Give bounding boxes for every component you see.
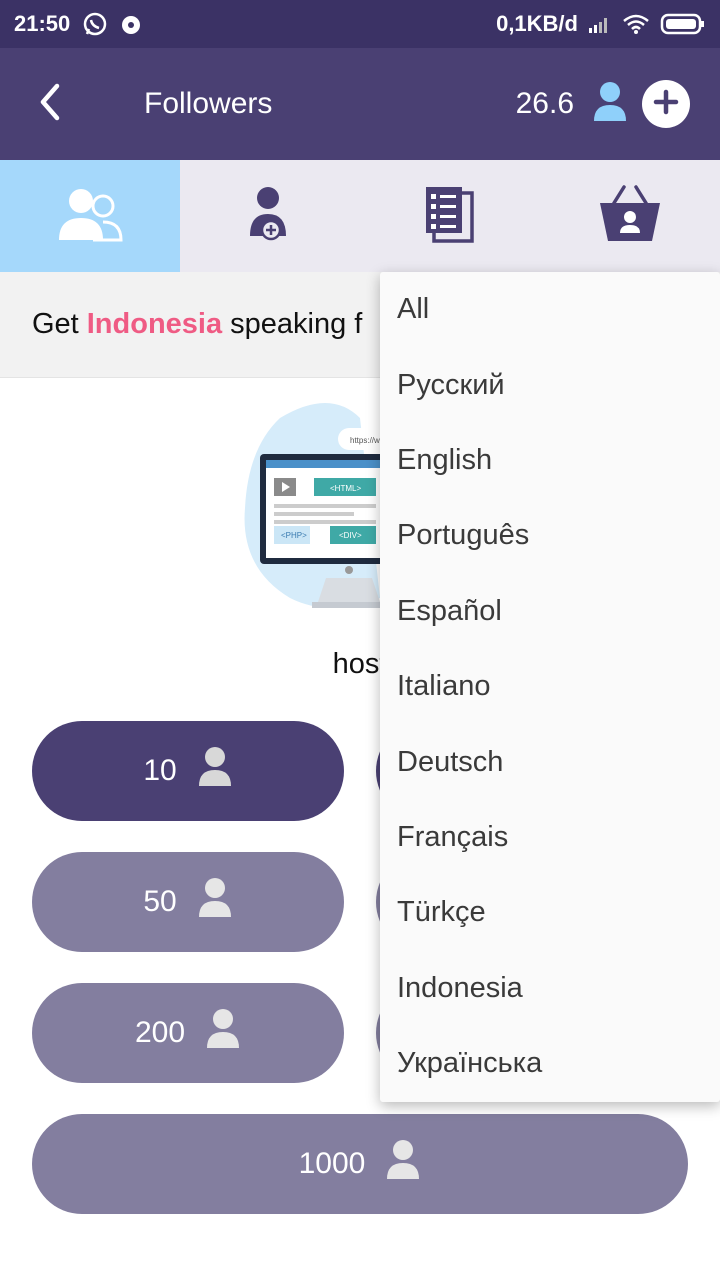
language-option-italian[interactable]: Italiano [380, 649, 720, 724]
illustration-url: https://w [350, 436, 380, 445]
language-option-portuguese[interactable]: Português [380, 498, 720, 573]
person-icon [197, 746, 233, 796]
language-prefix: Get [32, 308, 79, 340]
back-button[interactable] [0, 48, 100, 160]
tab-followers[interactable] [0, 160, 180, 272]
order-1000-button[interactable]: 1000 [32, 1114, 688, 1214]
order-10-button[interactable]: 10 [32, 721, 344, 821]
tab-orders[interactable] [360, 160, 540, 272]
whatsapp-icon [82, 11, 108, 37]
page-title: Followers [144, 87, 273, 120]
language-option-spanish[interactable]: Español [380, 574, 720, 649]
language-option-all[interactable]: All [380, 272, 720, 347]
language-option-french[interactable]: Français [380, 800, 720, 875]
status-time: 21:50 [14, 11, 71, 36]
signal-icon [588, 14, 612, 34]
order-amount: 50 [143, 885, 177, 918]
div-tag: <DIV> [339, 531, 362, 540]
language-suffix: speaking f [230, 308, 363, 340]
balance: 26.6 [516, 81, 628, 128]
order-amount: 10 [143, 754, 177, 787]
person-icon [592, 81, 628, 128]
music-icon [120, 12, 144, 36]
add-button[interactable] [642, 80, 690, 128]
network-speed: 0,1KB/d [496, 11, 578, 36]
selected-language: Indonesia [86, 308, 223, 340]
order-amount: 1000 [298, 1147, 366, 1180]
language-option-indonesian[interactable]: Indonesia [380, 951, 720, 1026]
person-add-icon [250, 186, 290, 247]
battery-icon [660, 12, 706, 36]
back-arrow-icon [37, 82, 63, 127]
balance-value: 26.6 [515, 87, 574, 120]
wifi-icon [622, 13, 650, 35]
language-option-english[interactable]: English [380, 423, 720, 498]
language-option-turkish[interactable]: Türkçe [380, 875, 720, 950]
app-bar: Followers 26.6 [0, 48, 720, 160]
tab-bar [0, 160, 720, 272]
status-bar: 21:50 0,1KB/d [0, 0, 720, 48]
basket-icon [598, 184, 662, 248]
plus-icon [653, 89, 679, 120]
order-50-button[interactable]: 50 [32, 852, 344, 952]
person-icon [385, 1139, 421, 1189]
person-icon [205, 1008, 241, 1058]
language-option-russian[interactable]: Русский [380, 347, 720, 422]
list-icon [424, 185, 476, 248]
language-option-german[interactable]: Deutsch [380, 724, 720, 799]
person-icon [197, 877, 233, 927]
language-dropdown: All Русский English Português Español It… [380, 272, 720, 1102]
php-tag: <PHP> [281, 531, 307, 540]
tab-add-follower[interactable] [180, 160, 360, 272]
tab-shop[interactable] [540, 160, 720, 272]
language-option-ukrainian[interactable]: Українська [380, 1026, 720, 1101]
order-200-button[interactable]: 200 [32, 983, 344, 1083]
users-icon [57, 186, 123, 247]
order-amount: 200 [134, 1016, 186, 1049]
html-tag: <HTML> [330, 484, 361, 493]
